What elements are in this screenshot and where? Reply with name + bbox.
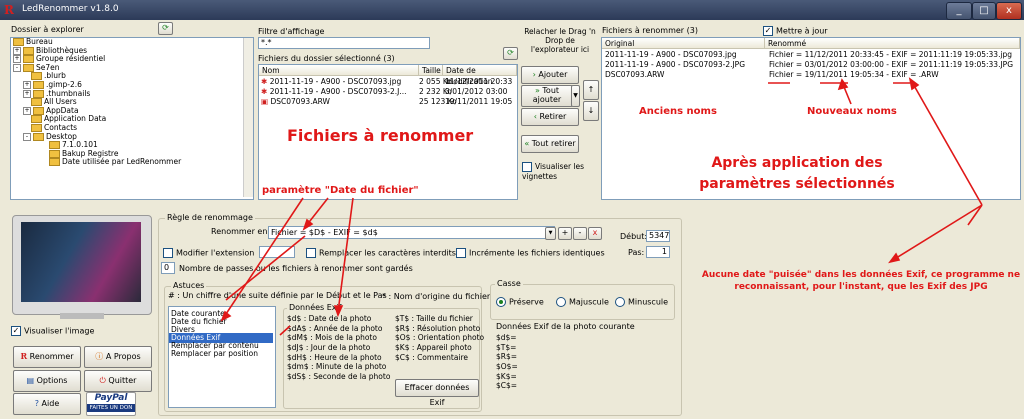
arrowhead	[220, 310, 232, 322]
annotation-arrows	[220, 77, 983, 336]
arrowhead	[333, 305, 344, 318]
arrow-exif-pointer	[279, 325, 291, 336]
arrowhead	[908, 77, 920, 91]
arrow-to-note	[892, 204, 983, 261]
arrowhead	[837, 78, 849, 91]
arrowhead	[302, 218, 314, 231]
arrow-to-exif-list	[337, 197, 354, 313]
arrow-to-pattern-field	[967, 204, 983, 226]
arrowhead	[888, 252, 901, 264]
arrow-to-date-du-fichier	[223, 197, 304, 318]
arrow-to-arw	[911, 81, 983, 206]
arrow-date-to-pattern	[225, 235, 306, 301]
